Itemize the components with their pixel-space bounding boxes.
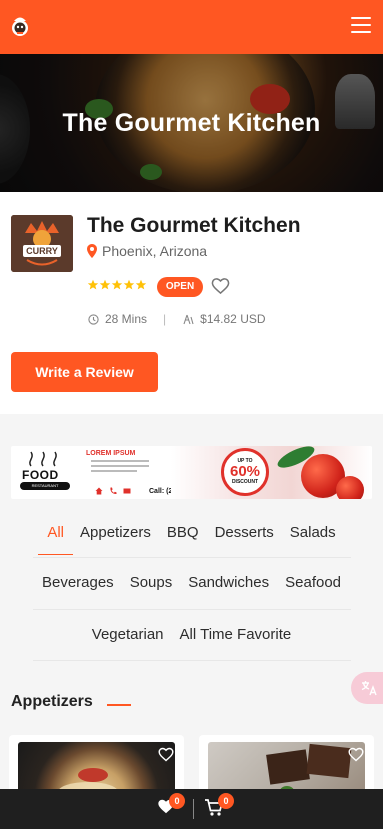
category-bbq[interactable]: BBQ [159,524,207,541]
banner-brand: FOOD RESTAURANT [11,446,81,499]
card-favorite-heart-icon[interactable] [348,747,364,762]
restaurant-logo-image [11,215,73,272]
category-row-2: Beverages Soups Sandwiches Seafood [0,574,383,591]
discount-badge: UP TO 60% DISCOUNT [221,448,269,496]
translate-icon [361,681,377,696]
promo-banner[interactable]: FOOD RESTAURANT LOREM IPSUM Call: (221) … [11,446,372,499]
banner-image-area [171,446,372,499]
category-beverages[interactable]: Beverages [34,574,122,591]
category-row-3: Vegetarian All Time Favorite [0,626,383,643]
discount-value: 60% [229,463,261,480]
menu-line [351,17,371,19]
location-pin-icon [87,244,97,258]
app-root: The Gourmet Kitchen CURRY The Gourmet Ki… [0,0,383,829]
brownie-decoration [306,743,352,779]
category-desserts[interactable]: Desserts [207,524,282,541]
menu-line [351,24,371,26]
home-icon [95,487,103,495]
restaurant-name: The Gourmet Kitchen [87,214,301,237]
chef-logo-icon[interactable] [9,14,31,38]
translate-button[interactable] [351,672,383,704]
menu-line [351,31,371,33]
meta-separator: | [163,312,167,326]
category-seafood[interactable]: Seafood [277,574,349,591]
category-vegetarian[interactable]: Vegetarian [84,626,172,643]
section-title: Appetizers [11,693,93,710]
star-icon [111,279,123,290]
delivery-time: 28 Mins [105,312,148,326]
tomato-decoration [336,476,364,499]
min-price: $14.82 USD [200,312,266,326]
banner-brand-sub: RESTAURANT [20,482,70,490]
star-icon [99,279,111,290]
category-sandwiches[interactable]: Sandwiches [180,574,277,591]
location-text: Phoenix, Arizona [102,243,208,259]
restaurant-location: Phoenix, Arizona [87,243,207,259]
category-divider [33,609,351,610]
category-soups[interactable]: Soups [122,574,181,591]
banner-placeholder-lines [91,460,149,475]
brownie-decoration [266,749,310,785]
category-appetizers[interactable]: Appetizers [72,524,159,541]
favorite-heart-icon[interactable] [211,277,230,295]
write-review-button[interactable]: Write a Review [11,352,158,392]
category-all-time-favorite[interactable]: All Time Favorite [172,626,300,643]
hamburger-menu-button[interactable] [351,17,371,33]
restaurant-info-card: CURRY The Gourmet Kitchen Phoenix, Arizo… [0,192,383,414]
star-icon [135,279,147,290]
status-badge: OPEN [157,277,203,297]
card-favorite-heart-icon[interactable] [158,747,174,762]
clock-icon [88,313,99,325]
top-bar [0,0,383,54]
category-divider [33,557,351,558]
bottom-bar-separator [193,799,194,819]
price-tag-icon [183,314,194,324]
section-underline [107,704,131,706]
banner-contact-icons [95,487,131,495]
category-salads[interactable]: Salads [282,524,344,541]
wishlist-count-badge: 0 [169,793,185,809]
cart-button[interactable]: 0 [204,793,234,822]
phone-icon [110,487,117,495]
restaurant-meta: 28 Mins | $14.82 USD [88,312,266,326]
mail-icon [123,488,131,494]
rating-stars [87,279,147,291]
star-icon [123,279,135,290]
category-row-1: All Appetizers BBQ Desserts Salads [0,524,383,555]
banner-headline: LOREM IPSUM [86,450,136,457]
bottom-bar: 0 0 [0,789,383,829]
star-icon [87,279,99,290]
steam-icon [29,451,57,467]
category-all[interactable]: All [38,524,73,555]
food-garnish-decoration [78,768,108,782]
restaurant-logo-text: CURRY [26,246,58,256]
category-divider [33,660,351,661]
banner-brand-text: FOOD [22,468,59,482]
cart-count-badge: 0 [218,793,234,809]
restaurant-logo: CURRY [11,215,73,272]
hero-banner: The Gourmet Kitchen [0,54,383,192]
hero-title: The Gourmet Kitchen [62,109,321,137]
wishlist-button[interactable]: 0 [157,793,185,820]
